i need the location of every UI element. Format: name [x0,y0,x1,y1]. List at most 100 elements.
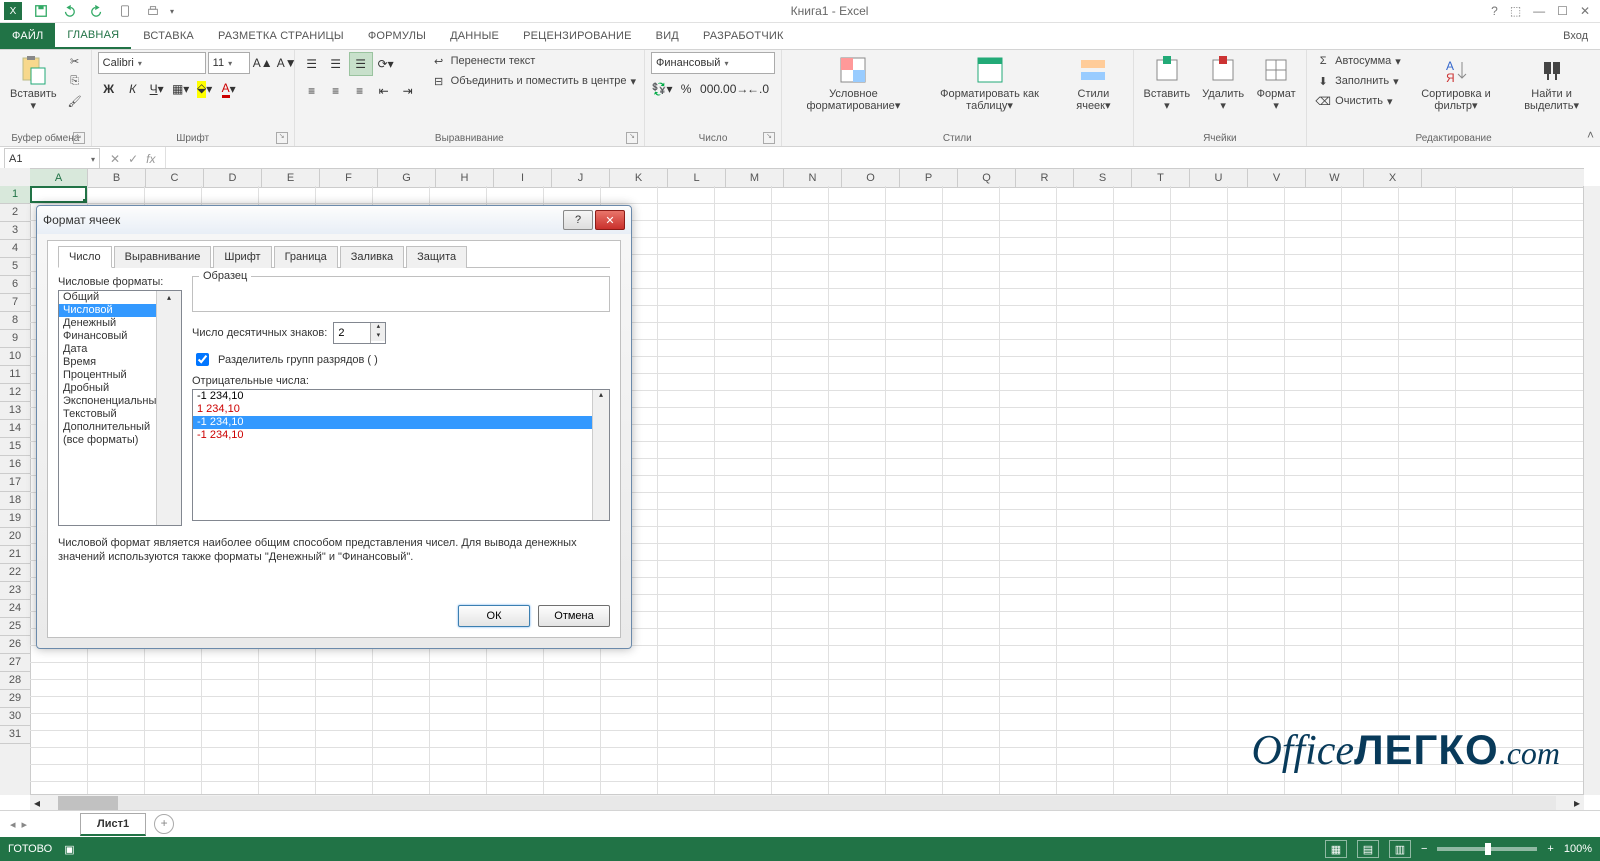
minimize-icon[interactable]: — [1533,4,1545,18]
col-header[interactable]: I [494,169,552,187]
italic-button[interactable]: К [122,78,144,100]
tab-home[interactable]: ГЛАВНАЯ [55,23,131,49]
cell-styles-button[interactable]: Стили ячеек▾ [1060,52,1126,114]
fill-button[interactable]: ⬇Заполнить ▾ [1313,72,1403,90]
tab-view[interactable]: ВИД [644,23,691,49]
row-header[interactable]: 1 [0,186,30,204]
row-header[interactable]: 10 [0,348,30,366]
increase-decimal-icon[interactable]: .00→ [723,78,745,100]
touch-mode-icon[interactable] [114,0,136,22]
negative-option[interactable]: -1 234,10 [193,429,609,442]
spin-down-icon[interactable]: ▾ [371,332,385,341]
hscroll-thumb[interactable] [58,796,118,810]
comma-format-icon[interactable]: 000 [699,78,721,100]
sign-in[interactable]: Вход [1551,23,1600,49]
bold-button[interactable]: Ж [98,78,120,100]
col-header[interactable]: X [1364,169,1422,187]
tab-file[interactable]: ФАЙЛ [0,23,55,49]
format-cells-button[interactable]: Формат▾ [1252,52,1300,114]
view-normal-icon[interactable]: ▦ [1325,840,1347,858]
row-header[interactable]: 6 [0,276,30,294]
font-color-button[interactable]: A▾ [218,78,240,100]
percent-format-icon[interactable]: % [675,78,697,100]
copy-button[interactable]: ⎘ [65,72,85,90]
collapse-ribbon-icon[interactable]: ˄ [1587,128,1594,142]
zoom-level[interactable]: 100% [1564,843,1592,855]
col-header[interactable]: P [900,169,958,187]
row-header[interactable]: 13 [0,402,30,420]
col-header[interactable]: C [146,169,204,187]
sort-filter-button[interactable]: AЯСортировка и фильтр▾ [1407,52,1505,114]
select-all-corner[interactable] [0,168,31,187]
ok-button[interactable]: ОК [458,605,530,627]
wrap-text-button[interactable]: ↩Перенести текст [429,52,638,70]
fx-icon[interactable]: fx [146,152,155,166]
tab-review[interactable]: РЕЦЕНЗИРОВАНИЕ [511,23,644,49]
row-header[interactable]: 26 [0,636,30,654]
row-header[interactable]: 31 [0,726,30,744]
autosum-button[interactable]: ΣАвтосумма ▾ [1313,52,1403,70]
col-header[interactable]: F [320,169,378,187]
zoom-out-icon[interactable]: − [1421,843,1427,855]
fill-color-button[interactable]: ⬙▾ [194,78,216,100]
help-icon[interactable]: ? [1491,4,1498,18]
decimals-spinner[interactable]: ▴▾ [333,322,386,344]
sheet-tab[interactable]: Лист1 [80,813,146,836]
align-top-icon[interactable]: ☰ [301,53,323,75]
row-header[interactable]: 30 [0,708,30,726]
col-header[interactable]: W [1306,169,1364,187]
col-header[interactable]: V [1248,169,1306,187]
row-header[interactable]: 15 [0,438,30,456]
cancel-formula-icon[interactable]: ✕ [110,152,120,166]
col-header[interactable]: N [784,169,842,187]
row-header[interactable]: 9 [0,330,30,348]
thousands-separator-checkbox[interactable] [196,353,209,366]
col-header[interactable]: D [204,169,262,187]
row-header[interactable]: 25 [0,618,30,636]
find-select-button[interactable]: Найти и выделить▾ [1509,52,1594,114]
decrease-indent-icon[interactable]: ⇤ [373,80,395,102]
row-header[interactable]: 27 [0,654,30,672]
column-headers[interactable]: ABCDEFGHIJKLMNOPQRSTUVWX [30,168,1584,188]
vertical-scrollbar[interactable] [1583,186,1600,795]
launcher-icon[interactable]: ↘ [73,132,85,144]
dlg-tab-border[interactable]: Граница [274,246,338,268]
number-formats-listbox[interactable]: ОбщийЧисловойДенежныйФинансовыйДатаВремя… [58,290,182,526]
row-header[interactable]: 7 [0,294,30,312]
col-header[interactable]: S [1074,169,1132,187]
row-headers[interactable]: 1234567891011121314151617181920212223242… [0,186,31,795]
add-sheet-button[interactable]: + [154,814,174,834]
col-header[interactable]: O [842,169,900,187]
col-header[interactable]: L [668,169,726,187]
save-icon[interactable] [30,0,52,22]
increase-indent-icon[interactable]: ⇥ [397,80,419,102]
view-page-layout-icon[interactable]: ▤ [1357,840,1379,858]
horizontal-scrollbar[interactable]: ◂ ▸ [30,794,1584,811]
dlg-tab-font[interactable]: Шрифт [213,246,271,268]
dialog-close-icon[interactable]: ✕ [595,210,625,230]
launcher-icon[interactable]: ↘ [276,132,288,144]
row-header[interactable]: 22 [0,564,30,582]
border-button[interactable]: ▦▾ [170,78,192,100]
col-header[interactable]: Q [958,169,1016,187]
qat-customize-icon[interactable]: ▾ [170,7,174,16]
clear-button[interactable]: ⌫Очистить ▾ [1313,92,1403,110]
align-bottom-icon[interactable]: ☰ [349,52,373,76]
col-header[interactable]: R [1016,169,1074,187]
dlg-tab-protection[interactable]: Защита [406,246,467,268]
view-page-break-icon[interactable]: ▥ [1389,840,1411,858]
tab-developer[interactable]: РАЗРАБОТЧИК [691,23,796,49]
format-as-table-button[interactable]: Форматировать как таблицу▾ [923,52,1056,114]
cut-button[interactable]: ✂ [65,52,85,70]
ribbon-display-icon[interactable]: ⬚ [1510,4,1521,18]
orientation-icon[interactable]: ⟳▾ [375,53,397,75]
enter-formula-icon[interactable]: ✓ [128,152,138,166]
align-right-icon[interactable]: ≡ [349,80,371,102]
delete-cells-button[interactable]: Удалить▾ [1198,52,1248,114]
align-left-icon[interactable]: ≡ [301,80,323,102]
macro-record-icon[interactable]: ▣ [64,843,74,856]
dialog-titlebar[interactable]: Формат ячеек ? ✕ [37,206,631,234]
col-header[interactable]: T [1132,169,1190,187]
col-header[interactable]: U [1190,169,1248,187]
cancel-button[interactable]: Отмена [538,605,610,627]
